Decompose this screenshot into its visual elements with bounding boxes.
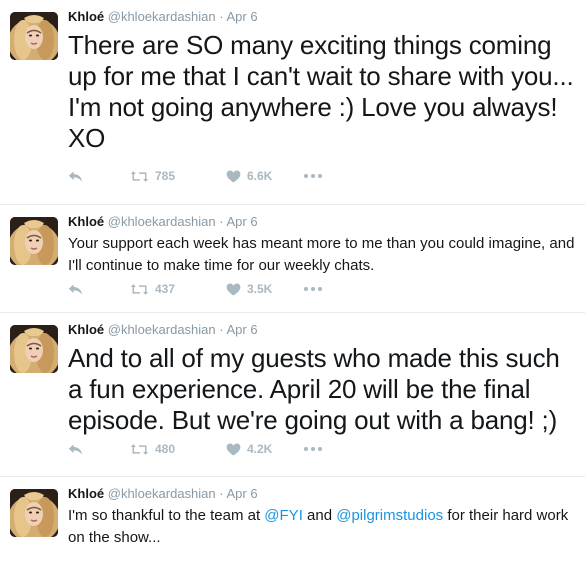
heart-icon [226,170,241,183]
separator-dot: · [219,214,224,229]
tweet[interactable]: Khloé @khloekardashian · Apr 6 There are… [0,0,585,205]
retweet-count: 437 [155,282,176,296]
author-name[interactable]: Khloé [68,214,104,229]
tweet-header: Khloé @khloekardashian · Apr 6 [68,485,575,503]
tweet[interactable]: Khloé @khloekardashian · Apr 6 Your supp… [0,205,585,313]
heart-icon [226,443,241,456]
reply-icon [68,443,83,456]
like-count: 3.5K [247,282,273,296]
tweet-text: I'm so thankful to the team at @FYI and … [68,505,575,549]
like-button[interactable]: 4.2K [226,442,304,456]
retweet-button[interactable]: 437 [130,282,226,296]
tweet-actions: 785 6.6K [68,166,322,186]
tweet[interactable]: Khloé @khloekardashian · Apr 6 I'm so th… [0,477,585,565]
more-icon[interactable] [304,287,322,291]
author-name[interactable]: Khloé [68,9,104,24]
reply-button[interactable] [68,283,130,296]
separator-dot: · [219,9,224,24]
separator-dot: · [219,486,224,501]
more-icon[interactable] [304,447,322,451]
avatar[interactable] [10,325,58,373]
avatar[interactable] [10,489,58,537]
mention-link-fyi[interactable]: @FYI [264,507,303,524]
tweet-text: Your support each week has meant more to… [68,235,575,274]
tweet-actions: 437 3.5K [68,279,322,299]
reply-icon [68,170,83,183]
heart-icon [226,283,241,296]
tweet-timestamp[interactable]: Apr 6 [227,9,258,24]
like-count: 6.6K [247,169,273,183]
retweet-count: 785 [155,169,176,183]
reply-icon [68,283,83,296]
author-handle[interactable]: @khloekardashian [108,486,216,501]
tweet-header: Khloé @khloekardashian · Apr 6 [68,8,575,26]
tweet-text: There are SO many exciting things coming… [68,30,574,153]
separator-dot: · [219,322,224,337]
author-handle[interactable]: @khloekardashian [108,9,216,24]
tweet-timestamp[interactable]: Apr 6 [227,322,258,337]
tweet-timestamp[interactable]: Apr 6 [227,486,258,501]
like-button[interactable]: 3.5K [226,282,304,296]
text-segment: and [302,507,337,524]
tweet-text: And to all of my guests who made this su… [68,343,560,435]
like-count: 4.2K [247,442,273,456]
more-icon[interactable] [304,174,322,178]
tweet-timestamp[interactable]: Apr 6 [227,214,258,229]
retweet-icon [130,443,149,456]
tweet-header: Khloé @khloekardashian · Apr 6 [68,321,575,339]
author-handle[interactable]: @khloekardashian [108,214,216,229]
author-handle[interactable]: @khloekardashian [108,322,216,337]
tweet-timeline: Khloé @khloekardashian · Apr 6 There are… [0,0,585,565]
mention-link-pilgrimstudios[interactable]: @pilgrimstudios [336,507,443,524]
retweet-button[interactable]: 785 [130,169,226,183]
tweet[interactable]: Khloé @khloekardashian · Apr 6 And to al… [0,313,585,477]
text-segment: I'm so thankful to the team at [68,507,265,524]
like-button[interactable]: 6.6K [226,169,304,183]
author-name[interactable]: Khloé [68,486,104,501]
retweet-count: 480 [155,442,176,456]
reply-button[interactable] [68,443,130,456]
author-name[interactable]: Khloé [68,322,104,337]
avatar[interactable] [10,12,58,60]
reply-button[interactable] [68,170,130,183]
retweet-icon [130,283,149,296]
avatar[interactable] [10,217,58,265]
retweet-button[interactable]: 480 [130,442,226,456]
retweet-icon [130,170,149,183]
tweet-header: Khloé @khloekardashian · Apr 6 [68,213,575,231]
tweet-actions: 480 4.2K [68,439,322,459]
